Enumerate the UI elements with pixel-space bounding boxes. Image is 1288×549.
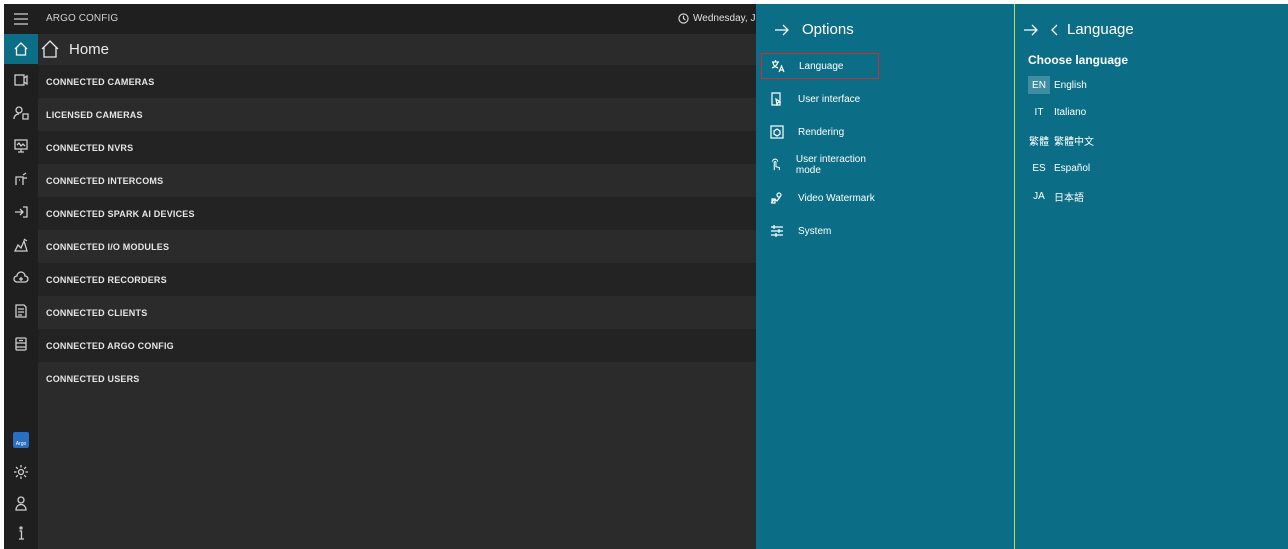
language-option-es[interactable]: ES Español <box>1028 158 1090 178</box>
argo-config-icon[interactable] <box>4 329 38 359</box>
choose-language-label: Choose language <box>1028 53 1129 67</box>
argo-logo-badge: Argo <box>13 432 29 448</box>
language-option-ja[interactable]: JA 日本語 <box>1028 186 1084 206</box>
argo-logo[interactable]: Argo <box>4 425 38 455</box>
recorders-icon[interactable] <box>4 263 38 293</box>
option-video-watermark[interactable]: Video Watermark <box>761 185 879 211</box>
options-panel: Options Language User interface Renderin… <box>756 4 1014 549</box>
language-option-zh-hant[interactable]: 繁體 繁體中文 <box>1028 130 1094 150</box>
section-connected-nvrs[interactable]: CONNECTED NVRS <box>38 131 756 164</box>
home-icon[interactable] <box>4 34 38 64</box>
spark-ai-icon[interactable] <box>4 197 38 227</box>
section-connected-spark-ai-devices[interactable]: CONNECTED SPARK AI DEVICES <box>38 197 756 230</box>
licensed-cameras-icon[interactable] <box>4 98 38 128</box>
options-header: Options <box>774 21 854 38</box>
language-name: 日本語 <box>1054 192 1084 204</box>
section-connected-clients[interactable]: CONNECTED CLIENTS <box>38 296 756 329</box>
app-title: ARGO CONFIG <box>46 13 119 24</box>
settings-icon[interactable] <box>4 457 38 487</box>
clock: Wednesday, July <box>678 13 768 24</box>
language-code: 繁體 <box>1029 136 1049 148</box>
page-header: Home <box>38 34 756 64</box>
option-language[interactable]: Language <box>761 53 879 79</box>
language-name: Español <box>1054 162 1091 174</box>
section-connected-intercoms[interactable]: CONNECTED INTERCOMS <box>38 164 756 197</box>
language-code: IT <box>1034 106 1044 118</box>
option-system[interactable]: System <box>761 218 879 244</box>
clock-icon <box>678 13 689 24</box>
page-title: Home <box>69 40 110 58</box>
section-connected-cameras[interactable]: CONNECTED CAMERAS <box>38 65 756 98</box>
nvr-icon[interactable] <box>4 131 38 161</box>
option-label: Language <box>799 60 844 72</box>
title-bar: ARGO CONFIG Wednesday, July <box>38 4 768 34</box>
nav-rail: Argo <box>4 4 38 549</box>
section-connected-argo-config[interactable]: CONNECTED ARGO CONFIG <box>38 329 756 362</box>
watermark-icon <box>770 192 782 204</box>
system-icon <box>771 225 783 237</box>
user-interface-icon <box>771 92 782 106</box>
language-code: ES <box>1032 162 1046 174</box>
intercom-icon[interactable] <box>4 164 38 194</box>
clients-icon[interactable] <box>4 296 38 326</box>
home-header-icon <box>41 40 59 58</box>
touch-icon <box>772 158 780 171</box>
chevron-left-icon[interactable] <box>1051 24 1059 36</box>
language-name: English <box>1054 79 1087 91</box>
option-label: User interface <box>798 93 861 105</box>
language-name: 繁體中文 <box>1054 136 1094 148</box>
language-code: EN <box>1028 76 1050 94</box>
user-icon[interactable] <box>4 488 38 518</box>
language-icon <box>771 60 785 73</box>
option-label: System <box>798 225 832 237</box>
option-user-interaction-mode[interactable]: User interaction mode <box>761 152 879 178</box>
camera-icon[interactable] <box>4 65 38 95</box>
option-user-interface[interactable]: User interface <box>761 86 879 112</box>
app-window: Argo ARGO CONFIG Wednesday, July Home CO… <box>4 4 1288 549</box>
rendering-icon <box>770 125 784 139</box>
arrow-right-icon[interactable] <box>774 24 790 36</box>
arrow-right-icon[interactable] <box>1023 24 1039 36</box>
menu-icon[interactable] <box>4 4 38 34</box>
language-option-it[interactable]: IT Italiano <box>1028 102 1087 122</box>
option-label: Rendering <box>798 126 845 138</box>
language-option-en[interactable]: EN English <box>1028 75 1087 95</box>
section-connected-recorders[interactable]: CONNECTED RECORDERS <box>38 263 756 296</box>
language-name: Italiano <box>1054 106 1087 118</box>
option-rendering[interactable]: Rendering <box>761 119 879 145</box>
section-connected-io-modules[interactable]: CONNECTED I/O MODULES <box>38 230 756 263</box>
section-connected-users[interactable]: CONNECTED USERS <box>38 362 756 395</box>
language-title: Language <box>1067 21 1134 38</box>
section-licensed-cameras[interactable]: LICENSED CAMERAS <box>38 98 756 131</box>
option-label: User interaction mode <box>795 154 866 176</box>
section-list: CONNECTED CAMERAS LICENSED CAMERAS CONNE… <box>38 65 756 395</box>
options-title: Options <box>802 21 854 38</box>
io-modules-icon[interactable] <box>4 230 38 260</box>
info-icon[interactable] <box>4 518 38 548</box>
language-code: JA <box>1033 190 1045 202</box>
language-header: Language <box>1023 21 1134 38</box>
option-label: Video Watermark <box>798 192 875 204</box>
language-panel: Language Choose language EN English IT I… <box>1014 4 1288 549</box>
